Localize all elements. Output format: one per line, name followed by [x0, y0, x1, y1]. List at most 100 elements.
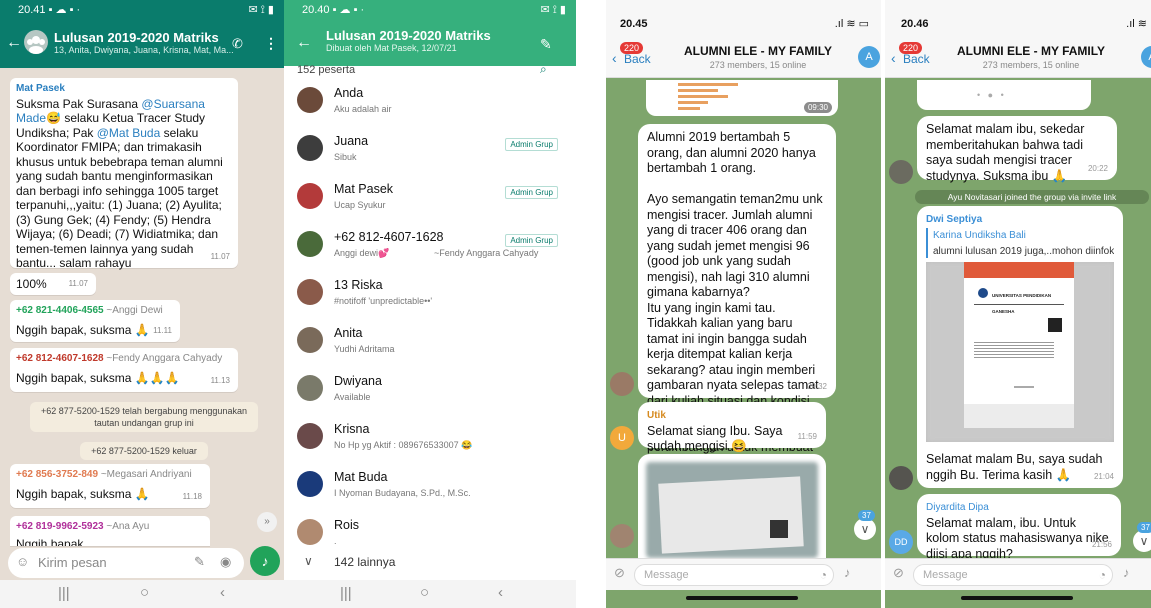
signal-icon: .ıl ≋ ▭ [834, 18, 869, 30]
sender-number[interactable]: +62 812-4607-1628 [16, 353, 104, 364]
member-push-name: ~Fendy Anggara Cahyady [434, 248, 539, 258]
member-avatar[interactable] [297, 471, 323, 497]
image-message[interactable]: 09:30 [646, 80, 838, 116]
home-indicator[interactable] [961, 596, 1073, 600]
status-time: 20.45 [620, 18, 648, 30]
user-avatar[interactable] [610, 372, 634, 396]
message-bubble[interactable]: +62 821-4406-4565 ~Anggi Dewi Nggih bapa… [10, 300, 180, 342]
scroll-down-icon[interactable]: » [257, 512, 277, 532]
member-avatar[interactable] [297, 135, 323, 161]
member-row[interactable]: Mat Pasek Ucap Syukur Admin Grup [284, 178, 576, 226]
member-row[interactable]: Dwiyana Available [284, 370, 576, 418]
member-avatar[interactable] [297, 423, 323, 449]
group-avatar[interactable] [24, 30, 48, 54]
user-avatar[interactable]: U [610, 426, 634, 450]
mic-icon[interactable]: ♪ [844, 565, 851, 580]
message-bubble[interactable]: Alumni 2019 bertambah 5 orang, dan alumn… [638, 124, 836, 470]
mic-button[interactable]: ♪ [250, 546, 280, 576]
user-avatar[interactable] [889, 466, 913, 490]
member-row[interactable]: Rois. [284, 514, 576, 562]
home-icon[interactable]: ○ [140, 584, 149, 601]
member-avatar[interactable] [297, 279, 323, 305]
system-message: +62 877-5200-1529 keluar [80, 442, 208, 460]
mic-icon[interactable]: ♪ [1123, 565, 1130, 580]
message-bubble[interactable]: +62 812-4607-1628 ~Fendy Anggara Cahyady… [10, 348, 238, 392]
member-avatar[interactable] [297, 183, 323, 209]
message-bubble[interactable]: Selamat malam ibu, sekedar memberitahuka… [917, 116, 1117, 183]
menu-icon[interactable]: ⋮ [264, 35, 278, 52]
camera-icon[interactable]: ◉ [220, 554, 231, 570]
user-avatar[interactable] [610, 524, 634, 548]
back-button[interactable]: Back [624, 52, 651, 66]
recent-apps-icon[interactable]: ||| [340, 585, 352, 602]
qr-code-icon [770, 520, 788, 538]
message-input[interactable]: ☺ Kirim pesan ✎ ◉ [8, 548, 244, 578]
message-input[interactable]: Message ◔ [913, 564, 1113, 586]
sender-name: ~Fendy Anggara Cahyady [106, 353, 223, 364]
member-row[interactable]: Anda Aku adalah air [284, 82, 576, 130]
message-input[interactable]: Message ◔ [634, 564, 834, 586]
message-bubble[interactable]: Mat Pasek Suksma Pak Surasana @Suarsana … [10, 78, 238, 270]
sender-number[interactable]: +62 819-9962-5923 [16, 521, 104, 532]
member-name: Anita [334, 326, 363, 340]
back-arrow-icon[interactable]: ← [6, 34, 22, 52]
message-text: Nggih bapak, suksma [16, 370, 132, 385]
sender-number[interactable]: +62 856-3752-849 [16, 469, 98, 480]
sticker-icon[interactable]: ◔ [820, 568, 827, 582]
document-image[interactable]: UNIVERSITAS PENDIDIKAN GANESHA [926, 262, 1114, 442]
image-message[interactable]: • ● • [917, 80, 1091, 110]
user-avatar[interactable]: DD [889, 530, 913, 554]
member-row[interactable]: Anita Yudhi Adritama [284, 322, 576, 370]
message-bubble[interactable]: Diyardita Dipa Selamat malam, ibu. Untuk… [917, 494, 1121, 561]
sender-number[interactable]: +62 821-4406-4565 [16, 305, 104, 316]
chat-title-block[interactable]: Lulusan 2019-2020 Matriks 13, Anita, Dwi… [54, 30, 234, 55]
member-avatar[interactable] [297, 327, 323, 353]
home-indicator[interactable] [686, 596, 798, 600]
member-row[interactable]: 13 Riska #notifoff 'unpredictable••' [284, 274, 576, 322]
more-members-link[interactable]: 142 lainnya [334, 555, 395, 569]
back-button[interactable]: Back [903, 52, 930, 66]
user-avatar[interactable] [889, 160, 913, 184]
reply-preview[interactable]: Karina Undiksha Bali alumni lulusan 2019… [926, 228, 1114, 258]
member-row[interactable]: +62 812-4607-1628 Anggi dewi💕 ~Fendy Angga… [284, 226, 576, 274]
search-icon[interactable]: ⌕ [540, 62, 547, 77]
back-arrow-icon[interactable]: ← [296, 34, 312, 52]
edit-pencil-icon[interactable]: ✎ [540, 36, 552, 53]
recent-apps-icon[interactable]: ||| [58, 585, 70, 602]
member-row[interactable]: Juana Sibuk Admin Grup [284, 130, 576, 178]
sticker-icon[interactable]: ◔ [1099, 568, 1106, 582]
member-avatar[interactable] [297, 87, 323, 113]
group-avatar[interactable]: A [858, 46, 880, 68]
back-chevron-icon[interactable]: ‹ [891, 50, 896, 66]
member-status: I Nyoman Budayana, S.Pd., M.Sc. [334, 488, 471, 498]
home-icon[interactable]: ○ [420, 584, 429, 601]
member-avatar[interactable] [297, 231, 323, 257]
emoji-icon[interactable]: ☺ [16, 554, 29, 569]
mention[interactable]: @Mat Buda [97, 126, 161, 140]
scroll-down-icon[interactable]: ∨ [1133, 530, 1151, 552]
message-bubble[interactable]: +62 819-9962-5923 ~Ana Ayu Nggih bapak [10, 516, 210, 546]
call-icon[interactable]: ✆ [232, 36, 243, 52]
member-row[interactable]: Krisna No Hp yg Aktif : 089676533007 😂 [284, 418, 576, 466]
status-bar: 20.40 ▪ ☁ ▪ · ✉ ⟟ ▮ [284, 0, 576, 20]
back-chevron-icon[interactable]: ‹ [612, 50, 617, 66]
message-bubble[interactable]: Dwi Septiya Karina Undiksha Bali alumni … [917, 206, 1123, 488]
member-avatar[interactable] [297, 375, 323, 401]
member-row[interactable]: Mat Buda I Nyoman Budayana, S.Pd., M.Sc. [284, 466, 576, 514]
attach-icon[interactable]: ⊘ [893, 565, 904, 581]
back-icon[interactable]: ‹ [498, 584, 503, 601]
message-placeholder: Message [644, 569, 689, 581]
message-bubble[interactable]: Utik Selamat siang Ibu. Saya sudah mengi… [638, 402, 826, 453]
attach-icon[interactable]: ⊘ [614, 565, 625, 581]
back-icon[interactable]: ‹ [220, 584, 225, 601]
member-avatar[interactable] [297, 519, 323, 545]
image-message[interactable] [638, 454, 826, 558]
group-avatar[interactable]: A [1141, 46, 1151, 68]
message-bubble[interactable]: +62 856-3752-849 ~Megasari Andriyani Ngg… [10, 464, 210, 508]
message-bubble[interactable]: 100% 11.07 [10, 273, 96, 295]
expand-chevron-icon[interactable]: ∨ [304, 554, 313, 568]
chat-title-block[interactable]: ALUMNI ELE - MY FAMILY 273 members, 15 o… [951, 44, 1111, 70]
scroll-down-icon[interactable]: ∨ [854, 518, 876, 540]
chat-title-block[interactable]: ALUMNI ELE - MY FAMILY 273 members, 15 o… [678, 44, 838, 70]
attach-icon[interactable]: ✎ [194, 554, 205, 570]
